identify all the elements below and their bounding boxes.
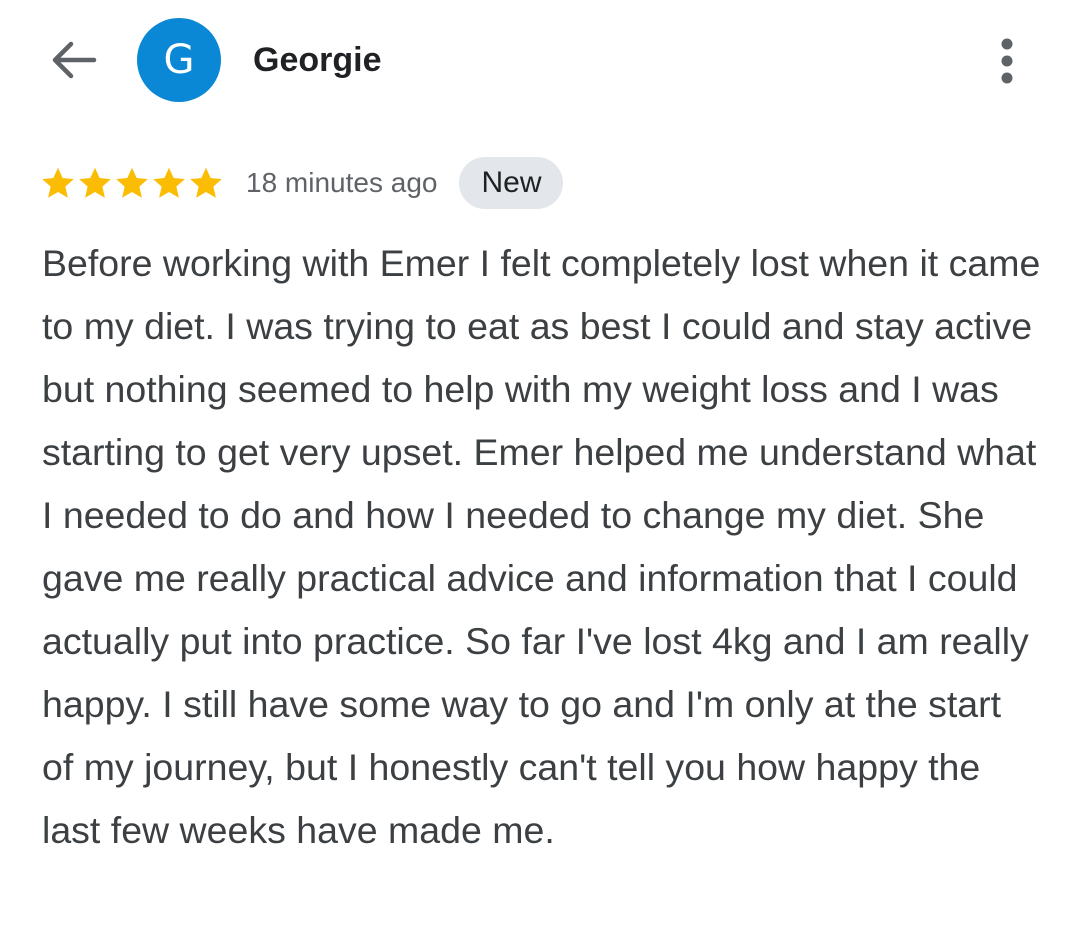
star-icon xyxy=(116,167,148,198)
star-icon xyxy=(153,167,185,198)
reviewer-name[interactable]: Georgie xyxy=(253,38,381,82)
star-icon xyxy=(190,167,222,198)
review-time: 18 minutes ago xyxy=(246,167,438,198)
review-meta: 18 minutes ago New xyxy=(40,156,564,210)
review-header: G Georgie xyxy=(0,0,1080,120)
new-badge: New xyxy=(459,157,564,209)
more-vertical-icon xyxy=(1001,38,1013,84)
more-options-button[interactable] xyxy=(982,32,1032,90)
avatar-letter: G xyxy=(163,37,195,83)
avatar[interactable]: G xyxy=(137,18,221,102)
review-text: Before working with Emer I felt complete… xyxy=(42,242,1041,851)
star-rating xyxy=(40,165,224,201)
star-icon xyxy=(42,167,74,198)
star-icon xyxy=(79,167,111,198)
arrow-back-icon xyxy=(52,41,97,79)
back-button[interactable] xyxy=(44,32,104,88)
